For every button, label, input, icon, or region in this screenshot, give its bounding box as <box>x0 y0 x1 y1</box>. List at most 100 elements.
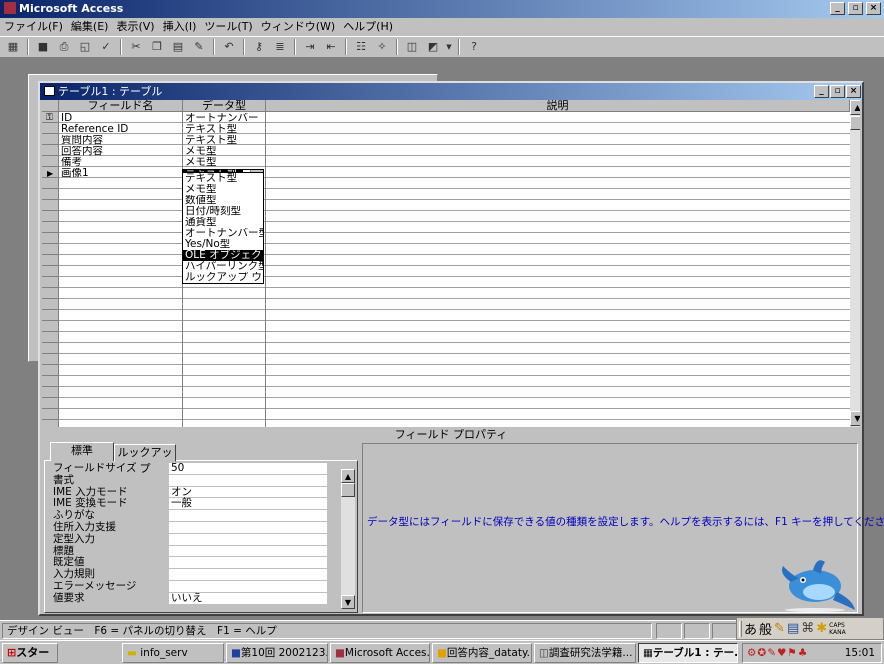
properties-icon[interactable]: ☷ <box>352 38 370 56</box>
help-icon[interactable]: ? <box>465 38 483 56</box>
scroll-thumb[interactable] <box>341 483 355 497</box>
properties-scrollbar[interactable]: ▲ ▼ <box>341 469 355 609</box>
ime-conversion-indicator[interactable]: 般 <box>759 619 772 638</box>
dropdown-option[interactable]: メモ型 <box>183 184 263 195</box>
data-type-cell[interactable]: メモ型 <box>183 157 265 168</box>
cut-icon[interactable]: ✂ <box>127 38 145 56</box>
taskbar-item-research[interactable]: ◫調査研究法学籍... <box>534 643 636 663</box>
primary-key-icon[interactable]: ⚷ <box>250 38 268 56</box>
column-header-data-type[interactable]: データ型 <box>183 100 266 112</box>
print-icon[interactable]: ⎙ <box>55 38 73 56</box>
menu-tools[interactable]: ツール(T) <box>200 19 256 35</box>
field-name-cell[interactable]: 回答内容 <box>59 146 181 157</box>
field-name-cell-current[interactable]: 画像1 <box>59 168 181 179</box>
property-value-furigana[interactable] <box>169 510 327 522</box>
ime-language-bar[interactable]: あ 般 ✎ ▤ ⌘ ✱ CAPS KANA <box>736 617 884 640</box>
dropdown-option[interactable]: Yes/No型 <box>183 239 263 250</box>
format-painter-icon[interactable]: ✎ <box>190 38 208 56</box>
start-button[interactable]: ⊞スタート <box>2 643 58 663</box>
taskbar-item-info-serv[interactable]: ▬ info_serv <box>122 643 224 663</box>
menu-window[interactable]: ウィンドウ(W) <box>257 19 339 35</box>
ime-pad-icon[interactable]: ✎ <box>774 621 785 636</box>
property-value-default-value[interactable] <box>169 557 327 570</box>
property-value-ime-conversion-mode[interactable]: 一般 <box>169 498 327 511</box>
app-close-button[interactable]: × <box>866 2 881 15</box>
view-icon[interactable]: ▦ <box>4 38 22 56</box>
column-header-field-name[interactable]: フィールド名 <box>59 100 183 112</box>
field-name-cell[interactable]: Reference ID <box>59 124 181 135</box>
ime-grip-icon[interactable] <box>739 620 742 637</box>
field-name-cell[interactable]: 質問内容 <box>59 135 181 146</box>
property-value-required[interactable]: いいえ <box>169 592 327 605</box>
menu-file[interactable]: ファイル(F) <box>0 19 67 35</box>
property-value-caption[interactable] <box>169 545 327 558</box>
save-icon[interactable]: ■ <box>34 38 52 56</box>
field-name-cell[interactable]: ID <box>59 113 181 124</box>
ime-mode-indicator[interactable]: あ <box>744 619 757 638</box>
menu-view[interactable]: 表示(V) <box>112 19 158 35</box>
property-value-address-input[interactable] <box>169 522 327 534</box>
dropdown-option[interactable]: オートナンバー型 <box>183 228 263 239</box>
column-header-description[interactable]: 説明 <box>266 100 850 112</box>
ime-help-icon[interactable]: ✱ <box>816 621 827 636</box>
field-grid[interactable]: フィールド名 データ型 説明 ⚿ ID オートナンバー Reference ID… <box>42 100 860 427</box>
dropdown-option-highlighted[interactable]: OLE オブジェクト型 <box>183 250 263 261</box>
copy-icon[interactable]: ❐ <box>148 38 166 56</box>
dropdown-option[interactable]: 通貨型 <box>183 217 263 228</box>
data-type-dropdown-list[interactable]: テキスト型 メモ型 数値型 日付/時刻型 通貨型 オートナンバー型 Yes/No… <box>182 172 264 284</box>
insert-row-icon[interactable]: ⇥ <box>301 38 319 56</box>
table-close-button[interactable]: × <box>846 85 861 98</box>
index-icon[interactable]: ≣ <box>271 38 289 56</box>
data-type-cell[interactable]: テキスト型 <box>183 135 265 146</box>
office-assistant-dolphin-icon[interactable] <box>773 552 857 612</box>
dropdown-option[interactable]: 数値型 <box>183 195 263 206</box>
menu-insert[interactable]: 挿入(I) <box>159 19 201 35</box>
menu-help[interactable]: ヘルプ(H) <box>339 19 397 35</box>
clock[interactable]: 15:01 <box>845 644 875 662</box>
app-minimize-button[interactable]: _ <box>830 2 845 15</box>
menu-edit[interactable]: 編集(E) <box>67 19 113 35</box>
property-value-input-mask[interactable] <box>169 533 327 546</box>
scroll-up-icon[interactable]: ▲ <box>850 100 860 115</box>
app-restore-button[interactable]: ▫ <box>848 2 863 15</box>
field-name-cell[interactable]: 備考 <box>59 157 181 168</box>
dropdown-option[interactable]: 日付/時刻型 <box>183 206 263 217</box>
dropdown-option[interactable]: ハイパーリンク型 <box>183 261 263 272</box>
data-type-cell[interactable]: テキスト型 <box>183 124 265 135</box>
spell-icon[interactable]: ✓ <box>97 38 115 56</box>
taskbar-item-access[interactable]: ■Microsoft Acces... <box>330 643 430 663</box>
new-object-icon[interactable]: ◩ <box>424 38 442 56</box>
scroll-thumb[interactable] <box>850 116 860 130</box>
scroll-up-icon[interactable]: ▲ <box>341 469 355 483</box>
data-type-cell[interactable]: メモ型 <box>183 146 265 157</box>
dropdown-option[interactable]: ルックアップ ウィザード... <box>183 272 263 283</box>
paste-icon[interactable]: ▤ <box>169 38 187 56</box>
taskbar-item-answers[interactable]: ■回答内容_dataty... <box>432 643 532 663</box>
database-icon: ◫ <box>539 647 549 659</box>
row-selector-column[interactable] <box>42 100 58 427</box>
database-window-icon[interactable]: ◫ <box>403 38 421 56</box>
ime-tool-icon[interactable]: ⌘ <box>801 621 814 636</box>
dropdown-arrow-icon[interactable]: ▼ <box>445 38 453 56</box>
scroll-down-icon[interactable]: ▼ <box>341 595 355 609</box>
table-minimize-button[interactable]: _ <box>814 85 829 98</box>
taskbar-item-table1[interactable]: ▦テーブル1 : テー... <box>638 643 738 663</box>
grid-vertical-scrollbar[interactable]: ▲ ▼ <box>850 100 860 427</box>
delete-row-icon[interactable]: ⇤ <box>322 38 340 56</box>
property-value-field-size[interactable]: 50 <box>169 463 327 475</box>
property-value-ime-input-mode[interactable]: オン <box>169 486 327 499</box>
table-restore-button[interactable]: ▫ <box>830 85 845 98</box>
taskbar-item-word-doc[interactable]: ■第10回 2002123... <box>226 643 328 663</box>
tray-icons[interactable]: ⚙✪✎♥⚑♣ <box>743 647 808 659</box>
dropdown-option[interactable]: テキスト型 <box>183 173 263 184</box>
property-value-format[interactable] <box>169 474 327 487</box>
tab-general[interactable]: 標準 <box>50 442 114 461</box>
builder-icon[interactable]: ✧ <box>373 38 391 56</box>
data-type-cell[interactable]: オートナンバー <box>183 113 265 124</box>
preview-icon[interactable]: ◱ <box>76 38 94 56</box>
tab-lookup[interactable]: ルックアップ <box>114 444 176 475</box>
ime-dictionary-icon[interactable]: ▤ <box>787 621 799 636</box>
undo-icon[interactable]: ↶ <box>220 38 238 56</box>
scroll-down-icon[interactable]: ▼ <box>850 411 860 426</box>
property-value-validation-rule[interactable] <box>169 569 327 581</box>
